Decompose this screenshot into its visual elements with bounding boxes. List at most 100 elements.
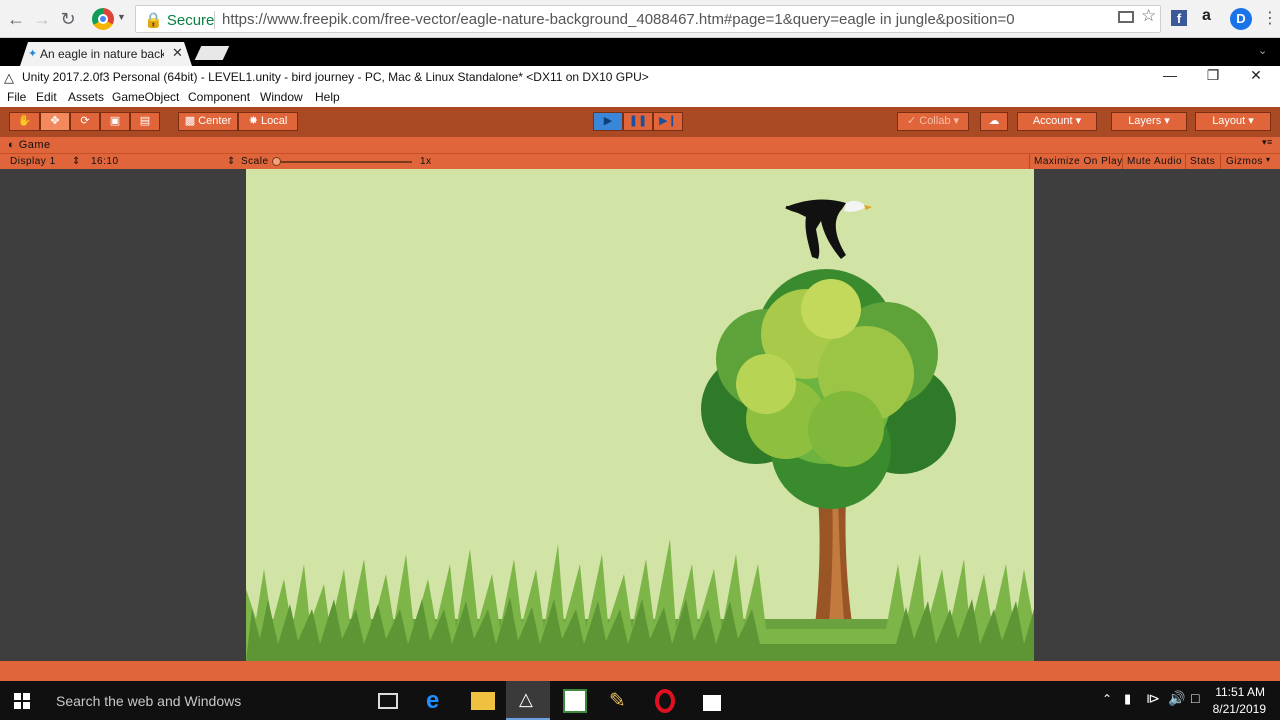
panel-menu-icon[interactable]: ▾≡: [1262, 137, 1273, 148]
window-title: Unity 2017.2.0f3 Personal (64bit) - LEVE…: [22, 70, 649, 84]
cast-icon[interactable]: [1118, 11, 1134, 23]
edge-browser-icon[interactable]: e: [426, 689, 450, 713]
opera-icon[interactable]: [655, 689, 675, 713]
chevron-down-icon[interactable]: ▾: [1266, 155, 1271, 164]
account-dropdown[interactable]: Account ▾: [1017, 112, 1097, 131]
game-view[interactable]: [0, 169, 1280, 661]
mute-audio-toggle[interactable]: Mute Audio: [1127, 156, 1182, 167]
step-icon: ▶❙: [659, 115, 677, 127]
tab-strip: ✦ An eagle in nature backg ✕ ⌄: [0, 38, 1280, 66]
facebook-extension-icon[interactable]: f: [1171, 10, 1187, 26]
clock-date[interactable]: 8/21/2019: [1213, 702, 1266, 716]
pivot-center-button[interactable]: ▩ Center: [178, 112, 238, 131]
game-scene[interactable]: [246, 169, 1034, 661]
menu-file[interactable]: File: [7, 90, 26, 104]
pivot-local-button[interactable]: ✸ Local: [238, 112, 298, 131]
store-icon[interactable]: [701, 689, 725, 713]
windows-taskbar: Search the web and Windows e △ ✎ ⌃ ▮ ⧐ 🔊…: [0, 681, 1280, 720]
play-icon: ▶: [603, 115, 613, 127]
move-tool-icon[interactable]: ✥: [40, 112, 70, 131]
unity-toolbar: ✋ ✥ ⟳ ▣ ▤ ▩ Center ✸ Local ▶ ❚❚ ▶❙ ✓ Col…: [0, 107, 1280, 137]
menu-assets[interactable]: Assets: [68, 90, 104, 104]
paint-icon[interactable]: ✎: [609, 689, 633, 713]
tab-search-icon[interactable]: ⌄: [1258, 44, 1267, 57]
layers-dropdown[interactable]: Layers ▾: [1111, 112, 1187, 131]
layout-dropdown[interactable]: Layout ▾: [1195, 112, 1271, 131]
menu-window[interactable]: Window: [260, 90, 303, 104]
maximize-on-play-toggle[interactable]: Maximize On Play: [1034, 156, 1123, 167]
cloud-icon[interactable]: ☁: [980, 112, 1008, 131]
taskbar-search-input[interactable]: Search the web and Windows: [56, 693, 241, 709]
tab-title: An eagle in nature backg: [40, 47, 164, 61]
new-tab-button[interactable]: [194, 46, 230, 60]
menu-bar: File Edit Assets GameObject Component Wi…: [0, 88, 1280, 107]
menu-gameobject[interactable]: GameObject: [112, 90, 179, 104]
forward-icon[interactable]: →: [32, 9, 52, 29]
notifications-icon[interactable]: □: [1191, 690, 1199, 706]
tab-game[interactable]: ◐ Game: [8, 139, 51, 151]
rect-tool-icon[interactable]: ▤: [130, 112, 160, 131]
url-text[interactable]: https://www.freepik.com/free-vector/eagl…: [222, 11, 1015, 28]
amazon-extension-icon[interactable]: a: [1202, 7, 1211, 25]
pause-button[interactable]: ❚❚: [623, 112, 653, 131]
rotate-tool-icon[interactable]: ⟳: [70, 112, 100, 131]
restore-icon[interactable]: ❐: [1193, 67, 1233, 87]
scale-slider-handle[interactable]: [272, 157, 281, 166]
menu-component[interactable]: Component: [188, 90, 250, 104]
chrome-profile-icon[interactable]: [92, 8, 114, 30]
layers-label: Layers: [1128, 115, 1162, 127]
favicon-icon: ✦: [28, 48, 38, 60]
stats-toggle[interactable]: Stats: [1190, 156, 1215, 167]
chevron-down-icon[interactable]: ⇕: [227, 156, 236, 167]
menu-help[interactable]: Help: [315, 90, 340, 104]
pause-icon: ❚❚: [628, 115, 648, 127]
collab-label: Collab: [919, 115, 951, 127]
play-button[interactable]: ▶: [593, 112, 623, 131]
clock-time[interactable]: 11:51 AM: [1215, 685, 1265, 699]
close-tab-icon[interactable]: ✕: [172, 45, 183, 61]
display-dropdown[interactable]: Display 1: [10, 156, 56, 167]
reload-icon[interactable]: ↻: [58, 9, 78, 29]
game-tab-bar: ◐ Game ▾≡: [0, 137, 1280, 153]
unity-icon: △: [519, 689, 533, 709]
scale-label: Scale: [241, 156, 269, 167]
address-bar[interactable]: 🔒 Secure https://www.freepik.com/free-ve…: [135, 5, 1161, 33]
pivot-icon: ▩: [184, 115, 196, 127]
file-explorer-icon[interactable]: [471, 692, 495, 710]
chevron-down-icon[interactable]: ▼: [117, 12, 126, 22]
pivot-label: Center: [198, 115, 232, 127]
scale-tool-icon[interactable]: ▣: [100, 112, 130, 131]
close-window-icon[interactable]: ✕: [1236, 67, 1276, 87]
extension-d-icon[interactable]: D: [1230, 8, 1252, 30]
chevron-down-icon[interactable]: ⇕: [72, 156, 81, 167]
scale-slider-track[interactable]: [276, 161, 412, 163]
hand-tool-icon[interactable]: ✋: [9, 112, 40, 131]
check-icon: ✓: [906, 115, 917, 127]
bookmark-star-icon[interactable]: ☆: [1141, 6, 1156, 26]
step-button[interactable]: ▶❙: [653, 112, 683, 131]
menu-edit[interactable]: Edit: [36, 90, 57, 104]
space-label: Local: [260, 115, 288, 127]
minimize-icon[interactable]: —: [1150, 67, 1190, 87]
game-tab-label: Game: [18, 139, 51, 151]
unity-taskbar-button[interactable]: △: [506, 681, 550, 720]
notepad-icon[interactable]: [563, 689, 587, 713]
layout-label: Layout: [1212, 115, 1246, 127]
eagle: [785, 199, 872, 259]
lock-icon: 🔒: [144, 12, 163, 29]
back-icon[interactable]: ←: [6, 9, 26, 29]
tray-expand-icon[interactable]: ⌃: [1102, 692, 1112, 706]
unity-logo-icon: △: [4, 70, 14, 85]
browser-tab[interactable]: ✦ An eagle in nature backg ✕: [20, 42, 192, 66]
battery-icon[interactable]: ▮: [1124, 691, 1131, 707]
grass: [246, 539, 1034, 661]
chrome-menu-icon[interactable]: ⋮: [1262, 8, 1278, 28]
volume-icon[interactable]: 🔊: [1168, 690, 1185, 707]
collab-button[interactable]: ✓ Collab ▾: [897, 112, 969, 131]
gizmos-toggle[interactable]: Gizmos: [1226, 156, 1263, 167]
windows-start-icon[interactable]: [14, 693, 30, 709]
wifi-icon[interactable]: ⧐: [1146, 690, 1160, 707]
secure-indicator[interactable]: 🔒 Secure: [144, 11, 214, 29]
aspect-dropdown[interactable]: 16:10: [91, 156, 119, 167]
task-view-icon[interactable]: [378, 693, 398, 709]
